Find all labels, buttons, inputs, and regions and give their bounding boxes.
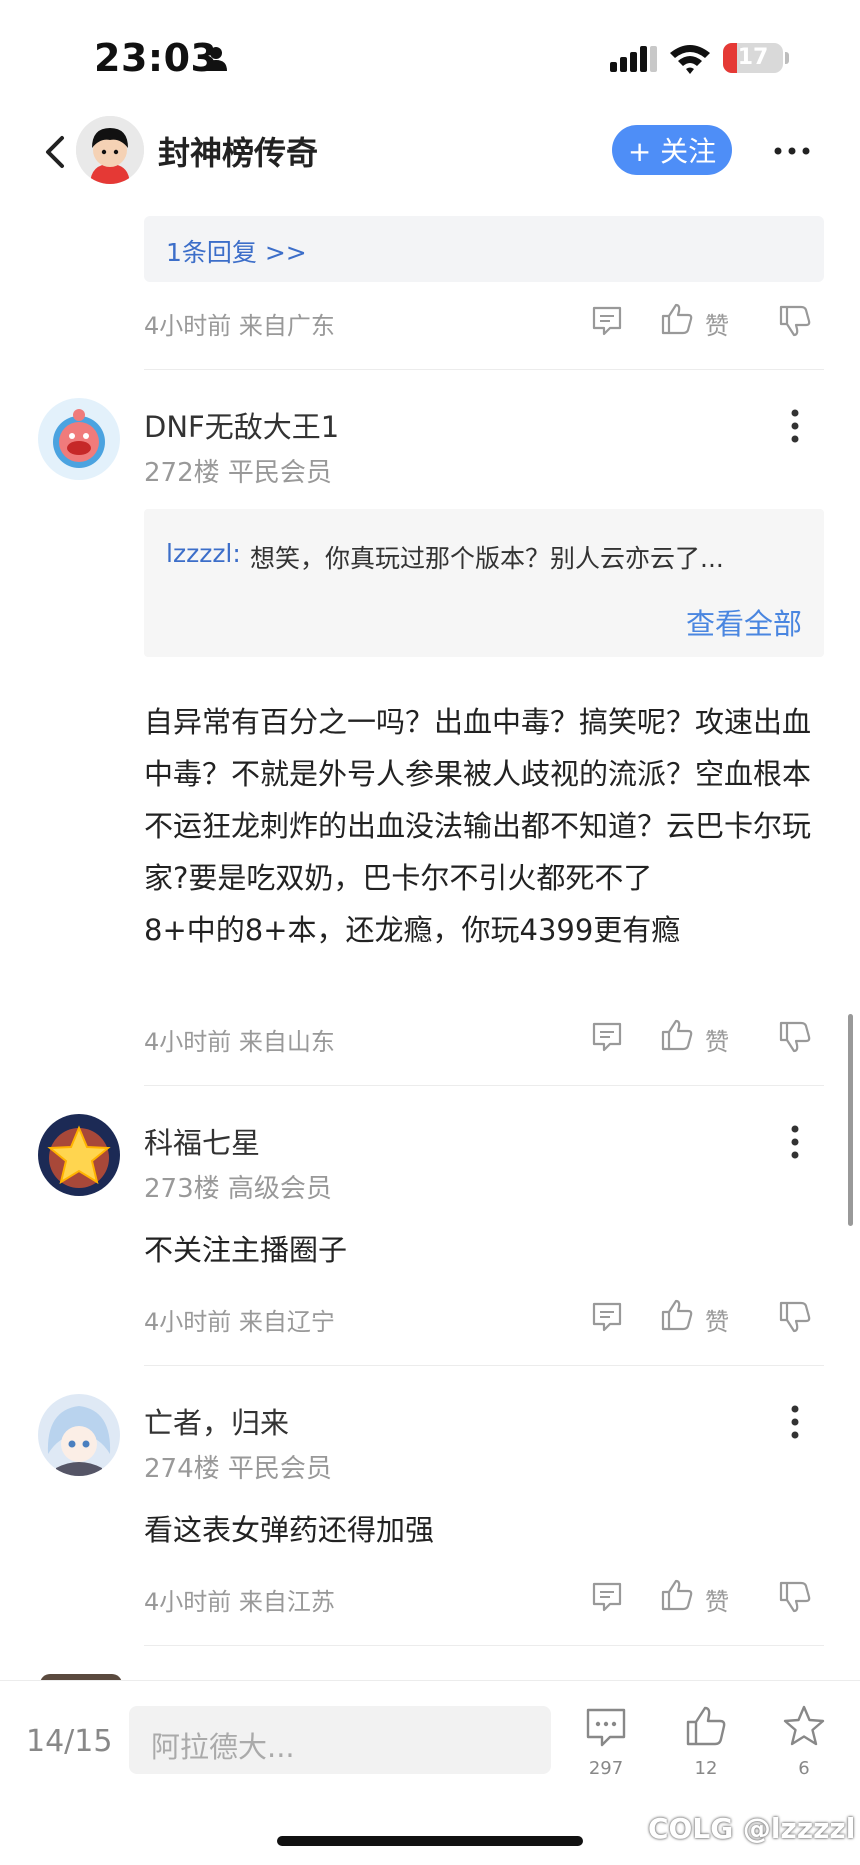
scrollbar[interactable] [848, 1014, 853, 1226]
comment-more-icon[interactable] [790, 1404, 800, 1440]
dislike-icon[interactable] [778, 1020, 812, 1054]
like-label[interactable]: 赞 [705, 1022, 729, 1057]
like-icon[interactable] [660, 302, 694, 336]
wifi-icon [670, 45, 710, 74]
reply-icon[interactable] [590, 1020, 624, 1054]
like-icon[interactable] [660, 1298, 694, 1332]
comment-floor: 274楼 平民会员 [144, 1454, 332, 1484]
comment-body: 看这表女弹药还得加强 [144, 1513, 435, 1547]
favorites-count: 6 [798, 1758, 810, 1779]
quote-text: 想笑，你真玩过那个版本？别人云亦云了... [250, 544, 724, 573]
comment-floor: 273楼 高级会员 [144, 1174, 332, 1204]
like-icon[interactable] [660, 1018, 694, 1052]
back-icon[interactable] [42, 134, 68, 170]
comment-meta: 4小时前 来自山东 [144, 1028, 335, 1056]
comment-avatar[interactable] [38, 398, 120, 480]
page-title: 封神榜传奇 [158, 134, 319, 172]
like-label[interactable]: 赞 [705, 306, 729, 341]
dislike-icon[interactable] [778, 1300, 812, 1334]
likes-count: 12 [694, 1758, 718, 1779]
comment-avatar[interactable] [38, 1114, 120, 1196]
comment-meta: 4小时前 来自广东 [144, 312, 335, 340]
home-indicator[interactable] [277, 1836, 583, 1846]
comment-author[interactable]: DNF无敌大王1 [144, 404, 339, 446]
reply-icon[interactable] [590, 1580, 624, 1614]
follow-button[interactable]: + 关注 [612, 125, 732, 175]
reply-icon[interactable] [590, 304, 624, 338]
comment-body: 不关注主播圈子 [144, 1233, 348, 1267]
comments-icon[interactable] [584, 1706, 628, 1750]
like-icon[interactable] [660, 1578, 694, 1612]
divider [144, 369, 824, 370]
reply-preview-box[interactable]: 1条回复 >> [144, 216, 824, 282]
nav-avatar[interactable] [76, 116, 144, 184]
comment-floor: 272楼 平民会员 [144, 458, 332, 488]
comment-body: 自异常有百分之一吗？出血中毒？搞笑呢？攻速出血中毒？不就是外号人参果被人歧视的流… [144, 705, 812, 947]
page-indicator[interactable]: 14/15 [26, 1724, 112, 1759]
divider [144, 1645, 824, 1646]
comment-author[interactable]: 科福七星 [144, 1120, 260, 1162]
status-time: 23:03 [94, 36, 218, 80]
view-replies-link[interactable]: 1条回复 >> [166, 233, 307, 269]
comment-meta: 4小时前 来自江苏 [144, 1588, 335, 1616]
watermark: COLG @lzzzzl [648, 1812, 856, 1845]
signal-icon [610, 46, 657, 72]
comment-meta: 4小时前 来自辽宁 [144, 1308, 335, 1336]
view-all-link[interactable]: 查看全部 [686, 601, 802, 643]
star-icon[interactable] [782, 1704, 826, 1748]
comment-more-icon[interactable] [790, 408, 800, 444]
dislike-icon[interactable] [778, 304, 812, 338]
comment-author[interactable]: 亡者，归来 [144, 1400, 289, 1442]
battery-indicator: 17 [723, 43, 783, 73]
comment-more-icon[interactable] [790, 1124, 800, 1160]
divider [144, 1085, 824, 1086]
reply-icon[interactable] [590, 1300, 624, 1334]
like-icon[interactable] [684, 1704, 728, 1748]
quote-user[interactable]: lzzzzl: [166, 539, 241, 568]
comment-avatar[interactable] [38, 1394, 120, 1476]
divider [144, 1365, 824, 1366]
more-options-icon[interactable] [772, 140, 812, 162]
dislike-icon[interactable] [778, 1580, 812, 1614]
battery-level: 17 [737, 45, 769, 70]
battery-tip [785, 52, 789, 64]
comments-count: 297 [588, 1758, 624, 1779]
reply-input[interactable]: 阿拉德大... [129, 1706, 551, 1774]
reply-input-placeholder: 阿拉德大... [151, 1730, 295, 1764]
person-icon [205, 47, 227, 71]
like-label[interactable]: 赞 [705, 1582, 729, 1617]
quoted-comment[interactable]: lzzzzl: 想笑，你真玩过那个版本？别人云亦云了... 查看全部 [144, 509, 824, 657]
like-label[interactable]: 赞 [705, 1302, 729, 1337]
